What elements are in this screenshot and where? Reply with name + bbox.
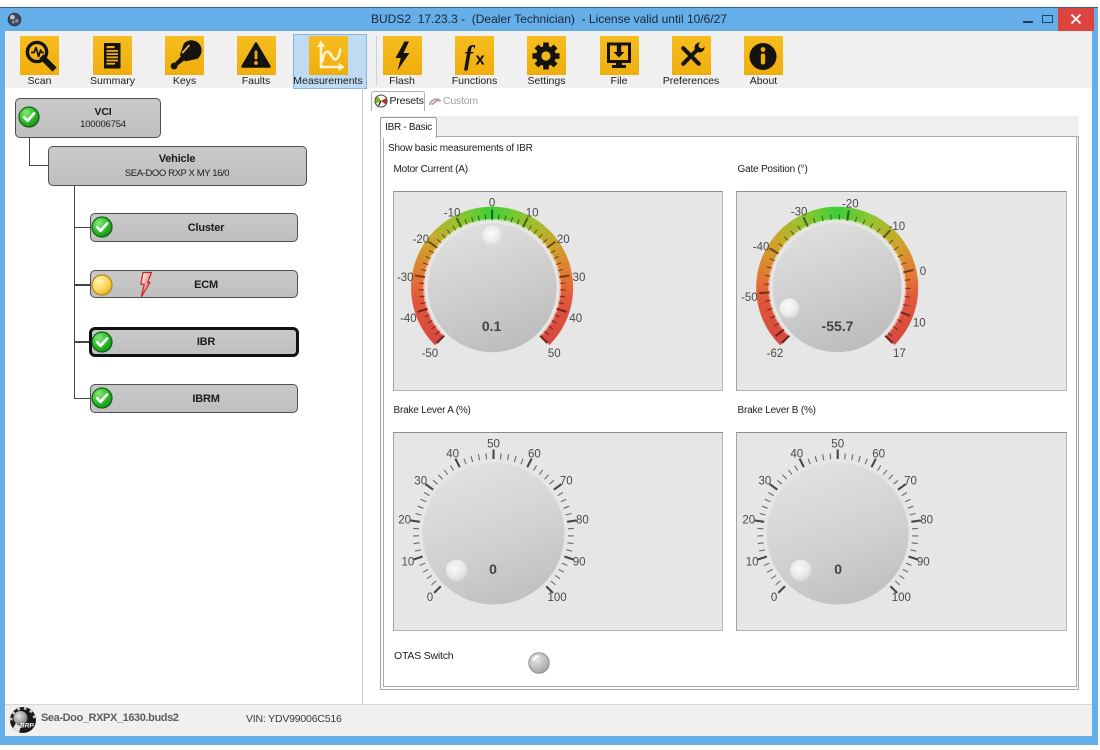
- svg-text:-50: -50: [421, 348, 438, 360]
- svg-text:70: 70: [559, 476, 572, 488]
- svg-text:70: 70: [904, 476, 917, 488]
- svg-text:0: 0: [771, 592, 777, 604]
- svg-text:100: 100: [547, 592, 566, 604]
- svg-text:40: 40: [446, 449, 459, 461]
- svg-text:0: 0: [426, 592, 432, 604]
- svg-text:100: 100: [892, 592, 911, 604]
- svg-text:17: 17: [893, 348, 906, 360]
- svg-text:0: 0: [488, 198, 494, 210]
- svg-text:-20: -20: [842, 199, 859, 211]
- svg-text:10: 10: [525, 208, 538, 220]
- svg-text:-30: -30: [791, 207, 808, 219]
- svg-text:40: 40: [791, 449, 804, 461]
- svg-text:-40: -40: [753, 242, 770, 254]
- svg-text:f: f: [464, 40, 476, 70]
- svg-text:80: 80: [576, 515, 589, 527]
- svg-text:BRP: BRP: [20, 723, 34, 730]
- svg-text:20: 20: [556, 234, 569, 246]
- svg-text:60: 60: [872, 449, 885, 461]
- svg-text:x: x: [476, 50, 486, 68]
- svg-text:20: 20: [743, 515, 756, 527]
- svg-text:-62: -62: [767, 348, 784, 360]
- svg-text:0: 0: [920, 266, 926, 278]
- svg-text:30: 30: [572, 272, 585, 284]
- svg-text:50: 50: [487, 439, 500, 451]
- svg-text:-10: -10: [889, 221, 906, 233]
- svg-text:-30: -30: [396, 272, 413, 284]
- svg-text:50: 50: [547, 348, 560, 360]
- svg-text:50: 50: [832, 439, 845, 451]
- svg-text:20: 20: [398, 515, 411, 527]
- svg-text:60: 60: [528, 449, 541, 461]
- svg-text:30: 30: [759, 476, 772, 488]
- svg-text:-10: -10: [443, 208, 460, 220]
- svg-text:-20: -20: [412, 234, 429, 246]
- svg-text:-50: -50: [741, 292, 758, 304]
- svg-text:80: 80: [920, 515, 933, 527]
- svg-text:30: 30: [414, 476, 427, 488]
